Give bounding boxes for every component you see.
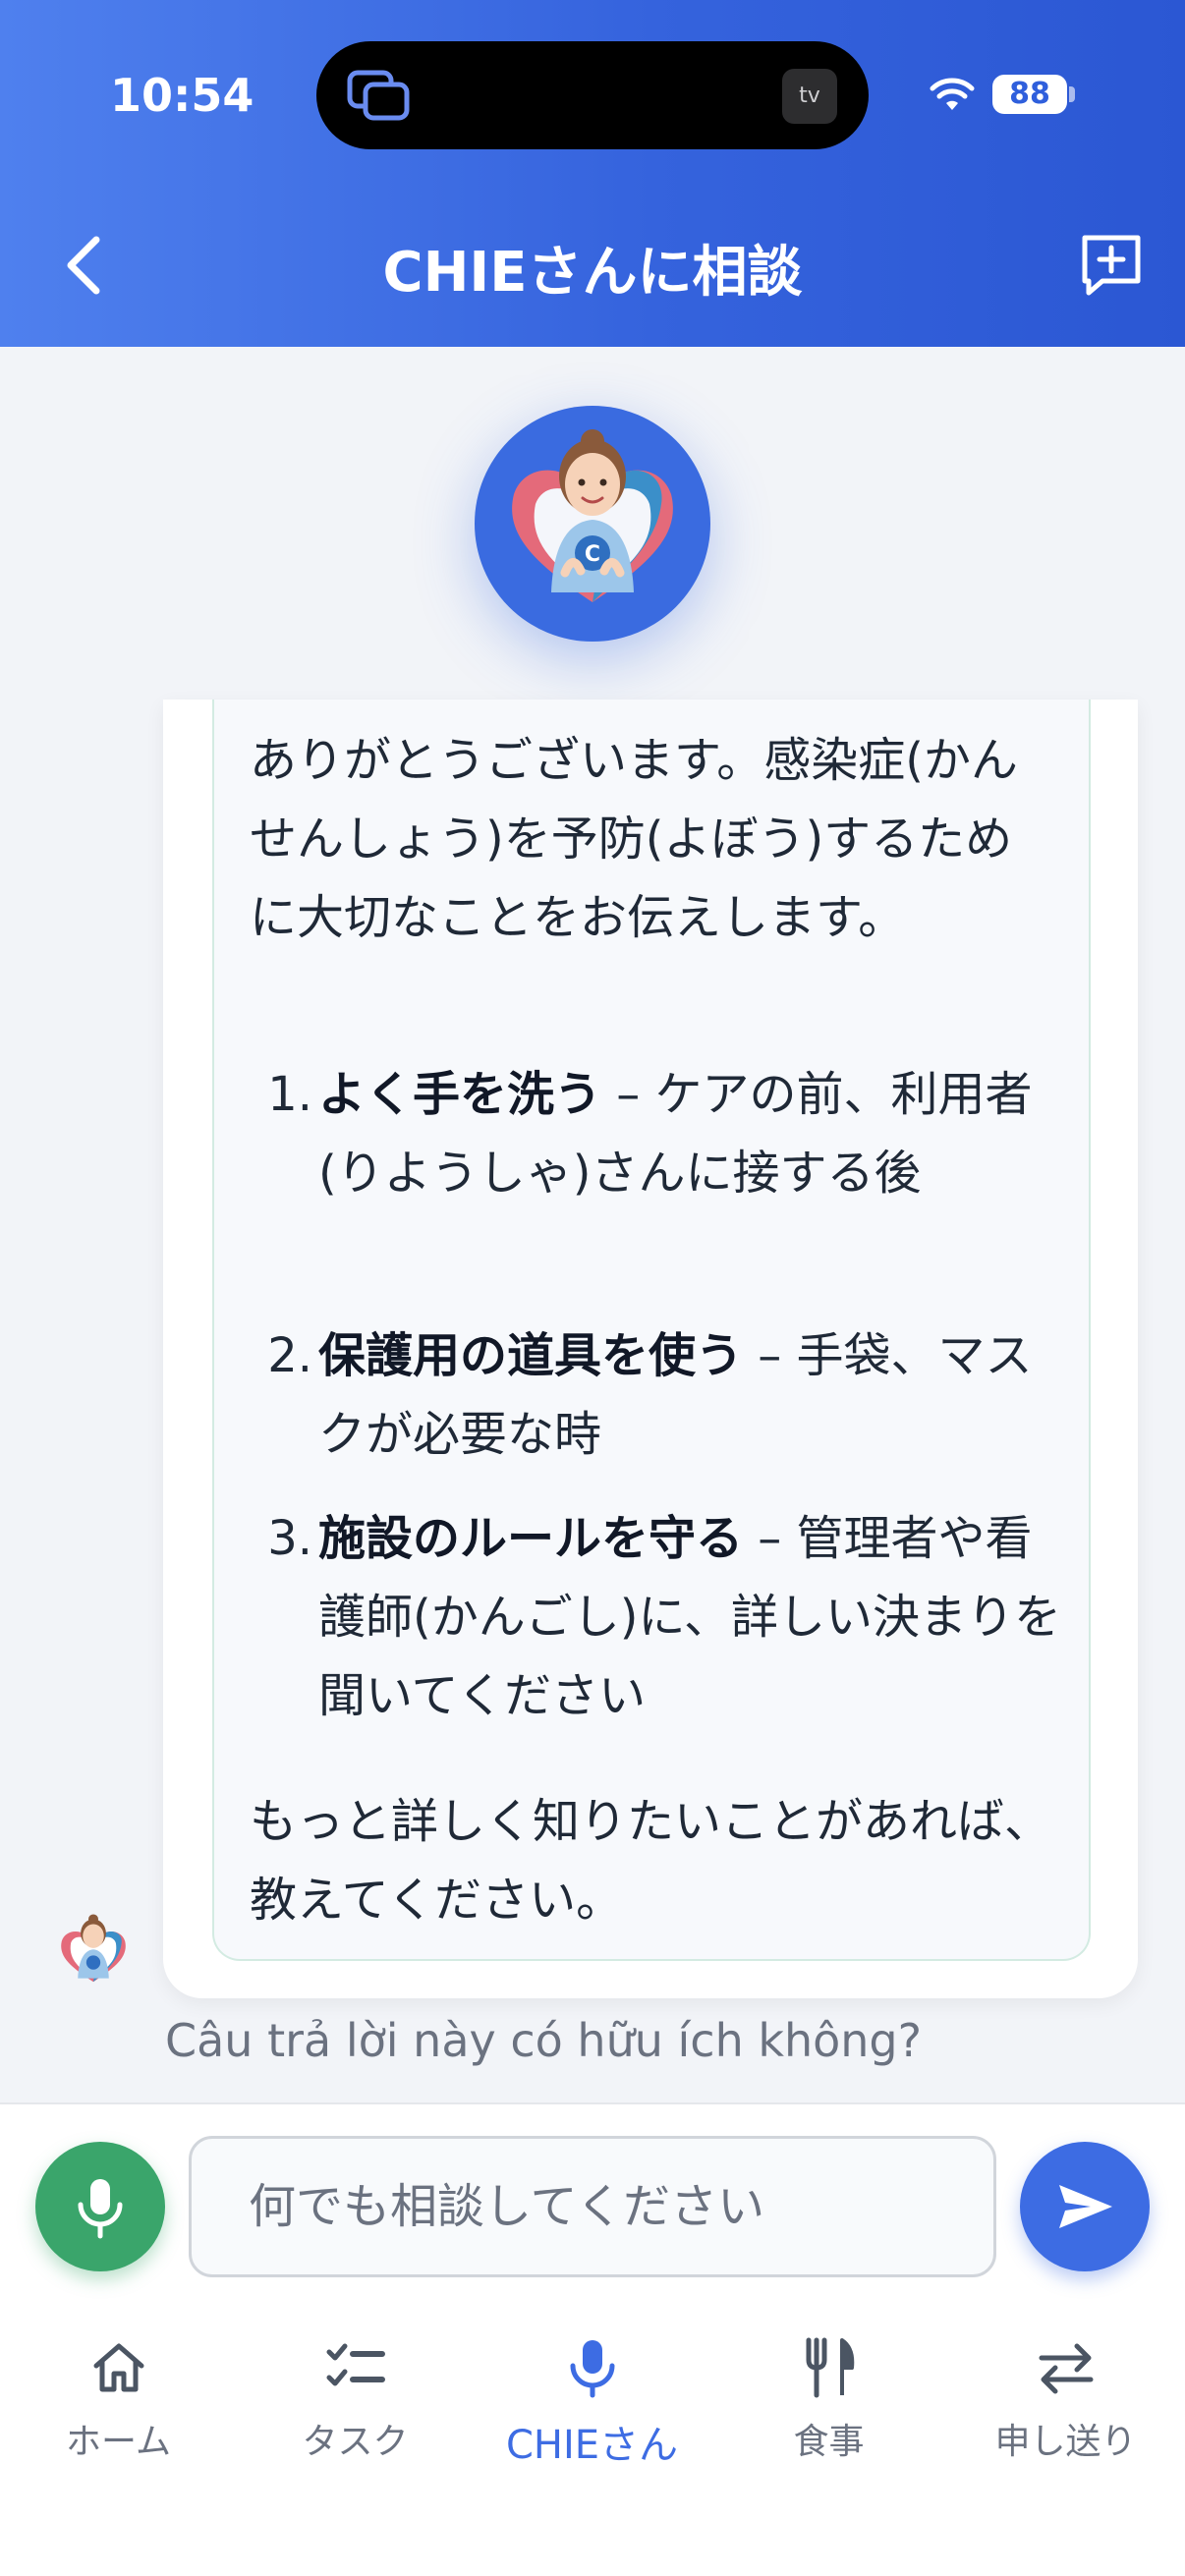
list-title: 保護用の道具を使う (318, 1328, 744, 1383)
nav-label: 食事 (793, 2422, 865, 2462)
message-avatar (51, 1908, 136, 1992)
nav-label: タスク (302, 2422, 409, 2462)
list-body: 保護用の道具を使う – 手袋、マスクが必要な時 (318, 1316, 1065, 1474)
screen-mirroring-icon (347, 70, 410, 121)
chat-screen: 10:54 tv 88 CHIEさんに相談 C ありがとうございます。感染症(か… (0, 0, 1185, 2576)
list-number: 2. (267, 1328, 312, 1383)
chat-input[interactable] (189, 2136, 996, 2277)
message-content-card: ありがとうございます。感染症(かんせんしょう)を予防(よぼう)するために大切なこ… (212, 700, 1091, 1961)
nav-item-handover[interactable]: 申し送り (947, 2323, 1184, 2499)
message-intro: ありがとうございます。感染症(かんせんしょう)を予防(よぼう)するために大切なこ… (250, 733, 1018, 945)
apple-tv-icon: tv (782, 69, 837, 124)
microphone-icon (78, 2179, 123, 2239)
battery-tip (1069, 86, 1075, 102)
assistant-message-bubble: ありがとうございます。感染症(かんせんしょう)を予防(よぼう)するために大切なこ… (163, 700, 1138, 1998)
message-outro: もっと詳しく知りたいことがあれば、教えてください。 (250, 1794, 1052, 1928)
list-title: 施設のルールを守る (318, 1511, 744, 1566)
nav-item-meals[interactable]: 食事 (710, 2323, 947, 2499)
bottom-nav: ホーム タスク CHIEさん 食事 申し送り (0, 2303, 1185, 2576)
dynamic-island: tv (316, 41, 869, 149)
home-icon (93, 2343, 143, 2392)
fork-knife-icon (806, 2337, 854, 2398)
page-title: CHIEさんに相談 (382, 241, 803, 305)
send-icon (1059, 2185, 1112, 2228)
new-chat-icon[interactable] (1079, 232, 1144, 297)
nav-label: ホーム (66, 2422, 171, 2462)
header: 10:54 tv 88 CHIEさんに相談 (0, 0, 1185, 347)
status-time: 10:54 (110, 69, 254, 122)
list-number: 3. (267, 1511, 312, 1566)
battery-indicator: 88 (992, 75, 1067, 114)
list-title: よく手を洗う (318, 1067, 602, 1122)
microphone-icon (570, 2340, 614, 2398)
nav-label: CHIEさん (505, 2423, 679, 2468)
nav-item-tasks[interactable]: タスク (237, 2323, 474, 2499)
send-button[interactable] (1020, 2142, 1150, 2271)
voice-input-button[interactable] (35, 2142, 165, 2271)
chie-character-icon (61, 1914, 126, 1983)
assistant-avatar: C (475, 406, 710, 642)
list-body: よく手を洗う – ケアの前、利用者(りようしゃ)さんに接する後 (318, 1055, 1065, 1212)
swap-arrows-icon (1039, 2343, 1093, 2394)
input-bar (0, 2102, 1185, 2303)
wifi-icon (930, 78, 975, 110)
svg-text:C: C (585, 542, 600, 567)
nav-item-chie[interactable]: CHIEさん (474, 2323, 710, 2499)
nav-label: 申し送り (994, 2422, 1137, 2462)
task-checklist-icon (326, 2343, 385, 2386)
list-body: 施設のルールを守る – 管理者や看護師(かんごし)に、詳しい決まりを聞いてくださ… (318, 1499, 1065, 1735)
feedback-question: Câu trả lời này có hữu ích không? (165, 2014, 923, 2067)
nav-item-home[interactable]: ホーム (0, 2323, 237, 2499)
chie-character-icon: C (512, 429, 673, 602)
list-number: 1. (267, 1067, 312, 1122)
